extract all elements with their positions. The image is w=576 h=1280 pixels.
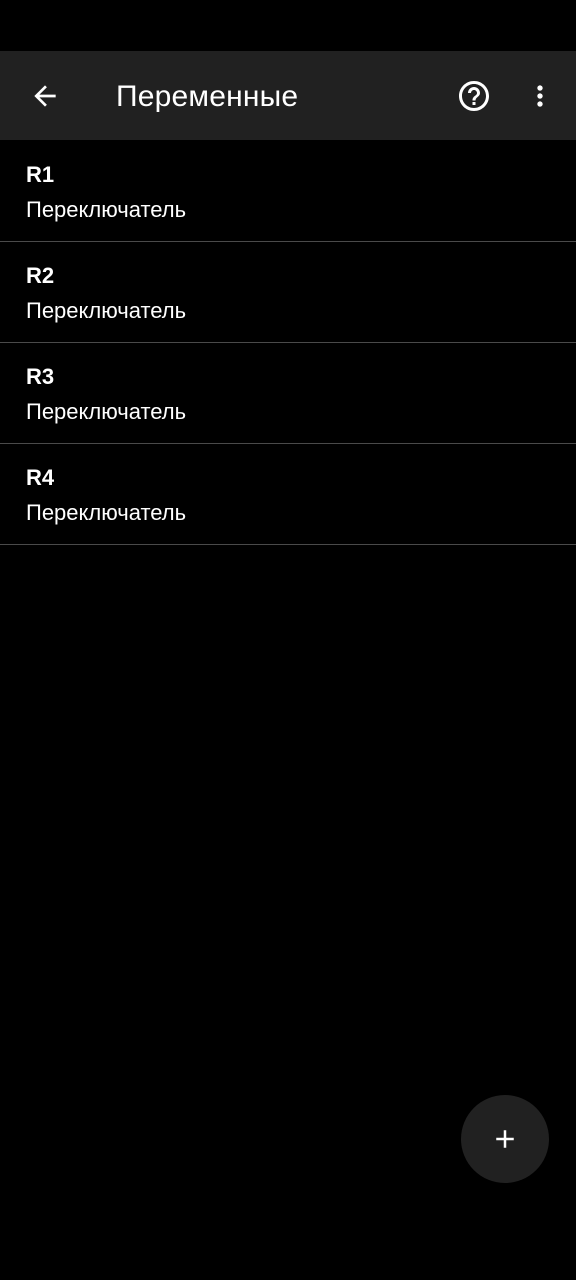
list-item[interactable]: R1 Переключатель bbox=[0, 141, 576, 242]
variable-name: R4 bbox=[26, 465, 55, 490]
status-bar bbox=[0, 0, 576, 51]
app-bar: Переменные bbox=[0, 51, 576, 140]
variables-list: R1 Переключатель R2 Переключатель R3 Пер… bbox=[0, 141, 576, 545]
list-item[interactable]: R2 Переключатель bbox=[0, 242, 576, 343]
help-circle-icon bbox=[459, 80, 489, 111]
variable-type: Переключатель bbox=[26, 298, 187, 323]
help-button[interactable] bbox=[446, 51, 502, 140]
more-options-button[interactable] bbox=[514, 51, 566, 140]
variable-name: R2 bbox=[26, 263, 55, 288]
variable-type: Переключатель bbox=[26, 197, 187, 222]
variable-name: R1 bbox=[26, 162, 55, 187]
back-button[interactable] bbox=[18, 51, 72, 140]
arrow-back-icon bbox=[34, 84, 56, 107]
list-item[interactable]: R3 Переключатель bbox=[0, 343, 576, 444]
page-title: Переменные bbox=[116, 80, 299, 113]
variable-name: R3 bbox=[26, 364, 55, 389]
add-variable-button[interactable] bbox=[461, 1095, 549, 1183]
variable-type: Переключатель bbox=[26, 500, 187, 525]
variable-type: Переключатель bbox=[26, 399, 187, 424]
more-vert-icon bbox=[537, 84, 543, 107]
add-icon bbox=[496, 1130, 514, 1148]
list-item[interactable]: R4 Переключатель bbox=[0, 444, 576, 545]
